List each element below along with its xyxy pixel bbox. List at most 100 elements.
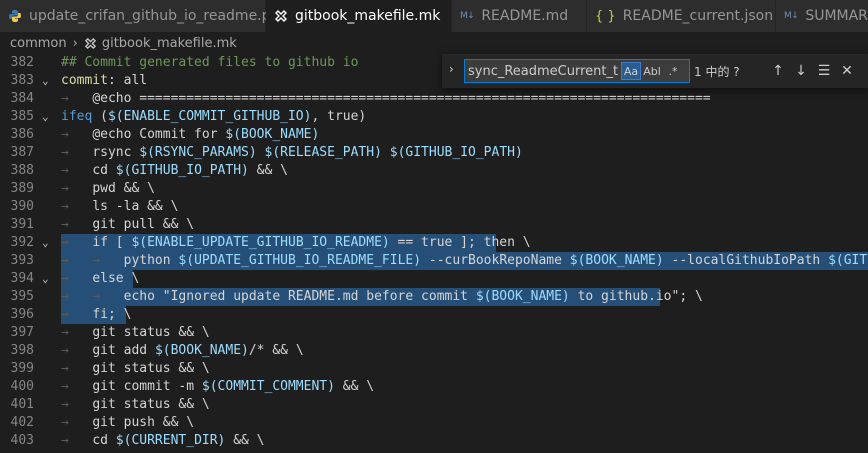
code-token: cd [92, 433, 116, 448]
code-token: /* && \ [248, 343, 304, 358]
code-line[interactable]: 391 → git pull && \ [0, 216, 868, 234]
tab-label: README_current.json [622, 8, 774, 24]
code-line[interactable]: 400 → git commit -m $(COMMIT_COMMENT) && … [0, 378, 868, 396]
indent-guide: → [61, 91, 93, 106]
tab-gitbook-makefile-mk[interactable]: gitbook_makefile.mk ✕ [266, 0, 462, 32]
code-text: → git commit -m $(COMMIT_COMMENT) && \ [61, 378, 374, 396]
code-token: $(ENABLE_UPDATE_GITHUB_IO_README) [131, 235, 390, 250]
code-text: → git add $(BOOK_NAME)/* && \ [61, 342, 304, 360]
code-line[interactable]: 399 → git status && \ [0, 360, 868, 378]
line-number: 382 [10, 55, 34, 70]
code-line[interactable]: 385 ⌄ ifeq ($(ENABLE_COMMIT_GITHUB_IO), tr… [0, 108, 868, 126]
whole-word-toggle[interactable]: Abl [642, 62, 662, 80]
code-text: → → python $(UPDATE_GITHUB_IO_README_FIL… [61, 252, 868, 270]
code-text: → ls -la && \ [61, 198, 178, 216]
breadcrumb: common › gitbook_makefile.mk [0, 32, 868, 54]
code-line[interactable]: 403 → cd $(CURRENT_DIR) && \ [0, 432, 868, 450]
code-line[interactable]: 393 → → python $(UPDATE_GITHUB_IO_README_… [0, 252, 868, 270]
indent-guide: → [61, 163, 93, 178]
indent-guide: → [61, 307, 93, 322]
line-number: 390 [10, 199, 34, 214]
indent-guide: → [61, 271, 93, 286]
code-token: git pull && \ [92, 217, 195, 232]
find-in-selection-icon[interactable]: ☰ [814, 61, 834, 81]
breadcrumb-file[interactable]: gitbook_makefile.mk [102, 36, 237, 51]
code-line[interactable]: 398 → git add $(BOOK_NAME)/* && \ [0, 342, 868, 360]
code-text: → else \ [61, 270, 139, 288]
code-token: $(UPDATE_GITHUB_IO_README_FILE) [178, 253, 422, 268]
tab-summary[interactable]: M↓ SUMMAR [776, 0, 868, 32]
code-token: == true ]; then \ [389, 235, 531, 250]
regex-toggle[interactable]: .* [663, 62, 683, 80]
fold-chevron-icon[interactable]: ⌄ [42, 234, 56, 252]
code-token: && \ [248, 163, 288, 178]
code-token: $(GITHUB_IO_PATH) [828, 253, 868, 268]
line-number: 389 [10, 181, 34, 196]
code-line[interactable]: 389 → pwd && \ [0, 180, 868, 198]
code-text: → if [ $(ENABLE_UPDATE_GITHUB_IO_README)… [61, 234, 531, 252]
code-line[interactable]: 387 → rsync $(RSYNC_PARAMS) $(RELEASE_PAT… [0, 144, 868, 162]
code-token: $(COMMIT_COMMENT) [201, 379, 335, 394]
match-case-toggle[interactable]: Aa [621, 62, 641, 80]
code-line[interactable]: 401 → git status && \ [0, 396, 868, 414]
markdown-icon: M↓ [460, 11, 475, 21]
code-text: → rsync $(RSYNC_PARAMS) $(RELEASE_PATH) … [61, 144, 523, 162]
code-text: ## Commit generated files to github io [61, 54, 358, 72]
line-number: 387 [10, 145, 34, 160]
tab-label: README.md [481, 8, 569, 24]
line-number: 386 [10, 127, 34, 142]
code-token: git push && \ [92, 415, 195, 430]
code-token: @echo Commit for [92, 127, 226, 142]
code-token: $(GITHUB_IO_PATH) [389, 145, 523, 160]
code-token: cd [92, 163, 116, 178]
code-line[interactable]: 390 → ls -la && \ [0, 198, 868, 216]
code-line[interactable]: 396 → fi; \ [0, 306, 868, 324]
code-token: to github.io"; \ [569, 289, 703, 304]
code-editor[interactable]: 382 ## Commit generated files to github i… [0, 54, 868, 453]
code-token: if [ [92, 235, 132, 250]
fold-chevron-icon[interactable]: ⌄ [42, 270, 56, 288]
indent-guide: → [61, 343, 93, 358]
tab-readme-md[interactable]: M↓ README.md [452, 0, 587, 32]
close-icon[interactable]: ✕ [837, 61, 857, 81]
code-line[interactable]: 384 → @echo =============================… [0, 90, 868, 108]
code-line[interactable]: 386 → @echo Commit for $(BOOK_NAME) [0, 126, 868, 144]
code-text: → cd $(CURRENT_DIR) && \ [61, 432, 265, 450]
code-token: ls -la && \ [92, 199, 179, 214]
code-token: rsync [92, 145, 140, 160]
fold-chevron-icon[interactable]: ⌄ [42, 72, 56, 90]
indent-guide: → [61, 217, 93, 232]
tab-update-crifan-github-io-readme-py[interactable]: update_crifan_github_io_readme.py [0, 0, 279, 32]
fold-chevron-icon[interactable]: ⌄ [42, 108, 56, 126]
code-text: → git status && \ [61, 396, 210, 414]
code-token: --curBookRepoName [421, 253, 570, 268]
tab-readme-current-json[interactable]: { } README_current.json [587, 0, 776, 32]
tab-label: update_crifan_github_io_readme.py [29, 8, 279, 24]
line-number: 395 [10, 289, 34, 304]
code-line[interactable]: 394 ⌄ → else \ [0, 270, 868, 288]
indent-guide: → [61, 433, 93, 448]
find-input-box[interactable]: Aa Abl .* [464, 59, 690, 83]
chevron-right-icon[interactable]: › [449, 62, 454, 76]
arrow-down-icon[interactable]: ↓ [791, 61, 811, 81]
code-token: @echo ==================================… [92, 91, 711, 106]
code-line[interactable]: 388 → cd $(GITHUB_IO_PATH) && \ [0, 162, 868, 180]
code-line[interactable]: 392 ⌄ → if [ $(ENABLE_UPDATE_GITHUB_IO_REA… [0, 234, 868, 252]
find-input[interactable] [465, 62, 620, 80]
code-line[interactable]: 402 → git push && \ [0, 414, 868, 432]
arrow-up-icon[interactable]: ↑ [768, 61, 788, 81]
line-number: 393 [10, 253, 34, 268]
line-number: 398 [10, 343, 34, 358]
code-token: git add [92, 343, 155, 358]
code-line[interactable]: 397 → git status && \ [0, 324, 868, 342]
indent-guide: → → [61, 289, 124, 304]
line-number: 396 [10, 307, 34, 322]
markdown-icon: M↓ [784, 11, 799, 21]
code-token: && \ [225, 433, 265, 448]
makefile-icon [274, 9, 288, 23]
indent-guide: → [61, 397, 93, 412]
breadcrumb-folder[interactable]: common [10, 36, 67, 51]
code-line[interactable]: 395 → → echo "Ignored update README.md be… [0, 288, 868, 306]
indent-guide: → [61, 181, 93, 196]
